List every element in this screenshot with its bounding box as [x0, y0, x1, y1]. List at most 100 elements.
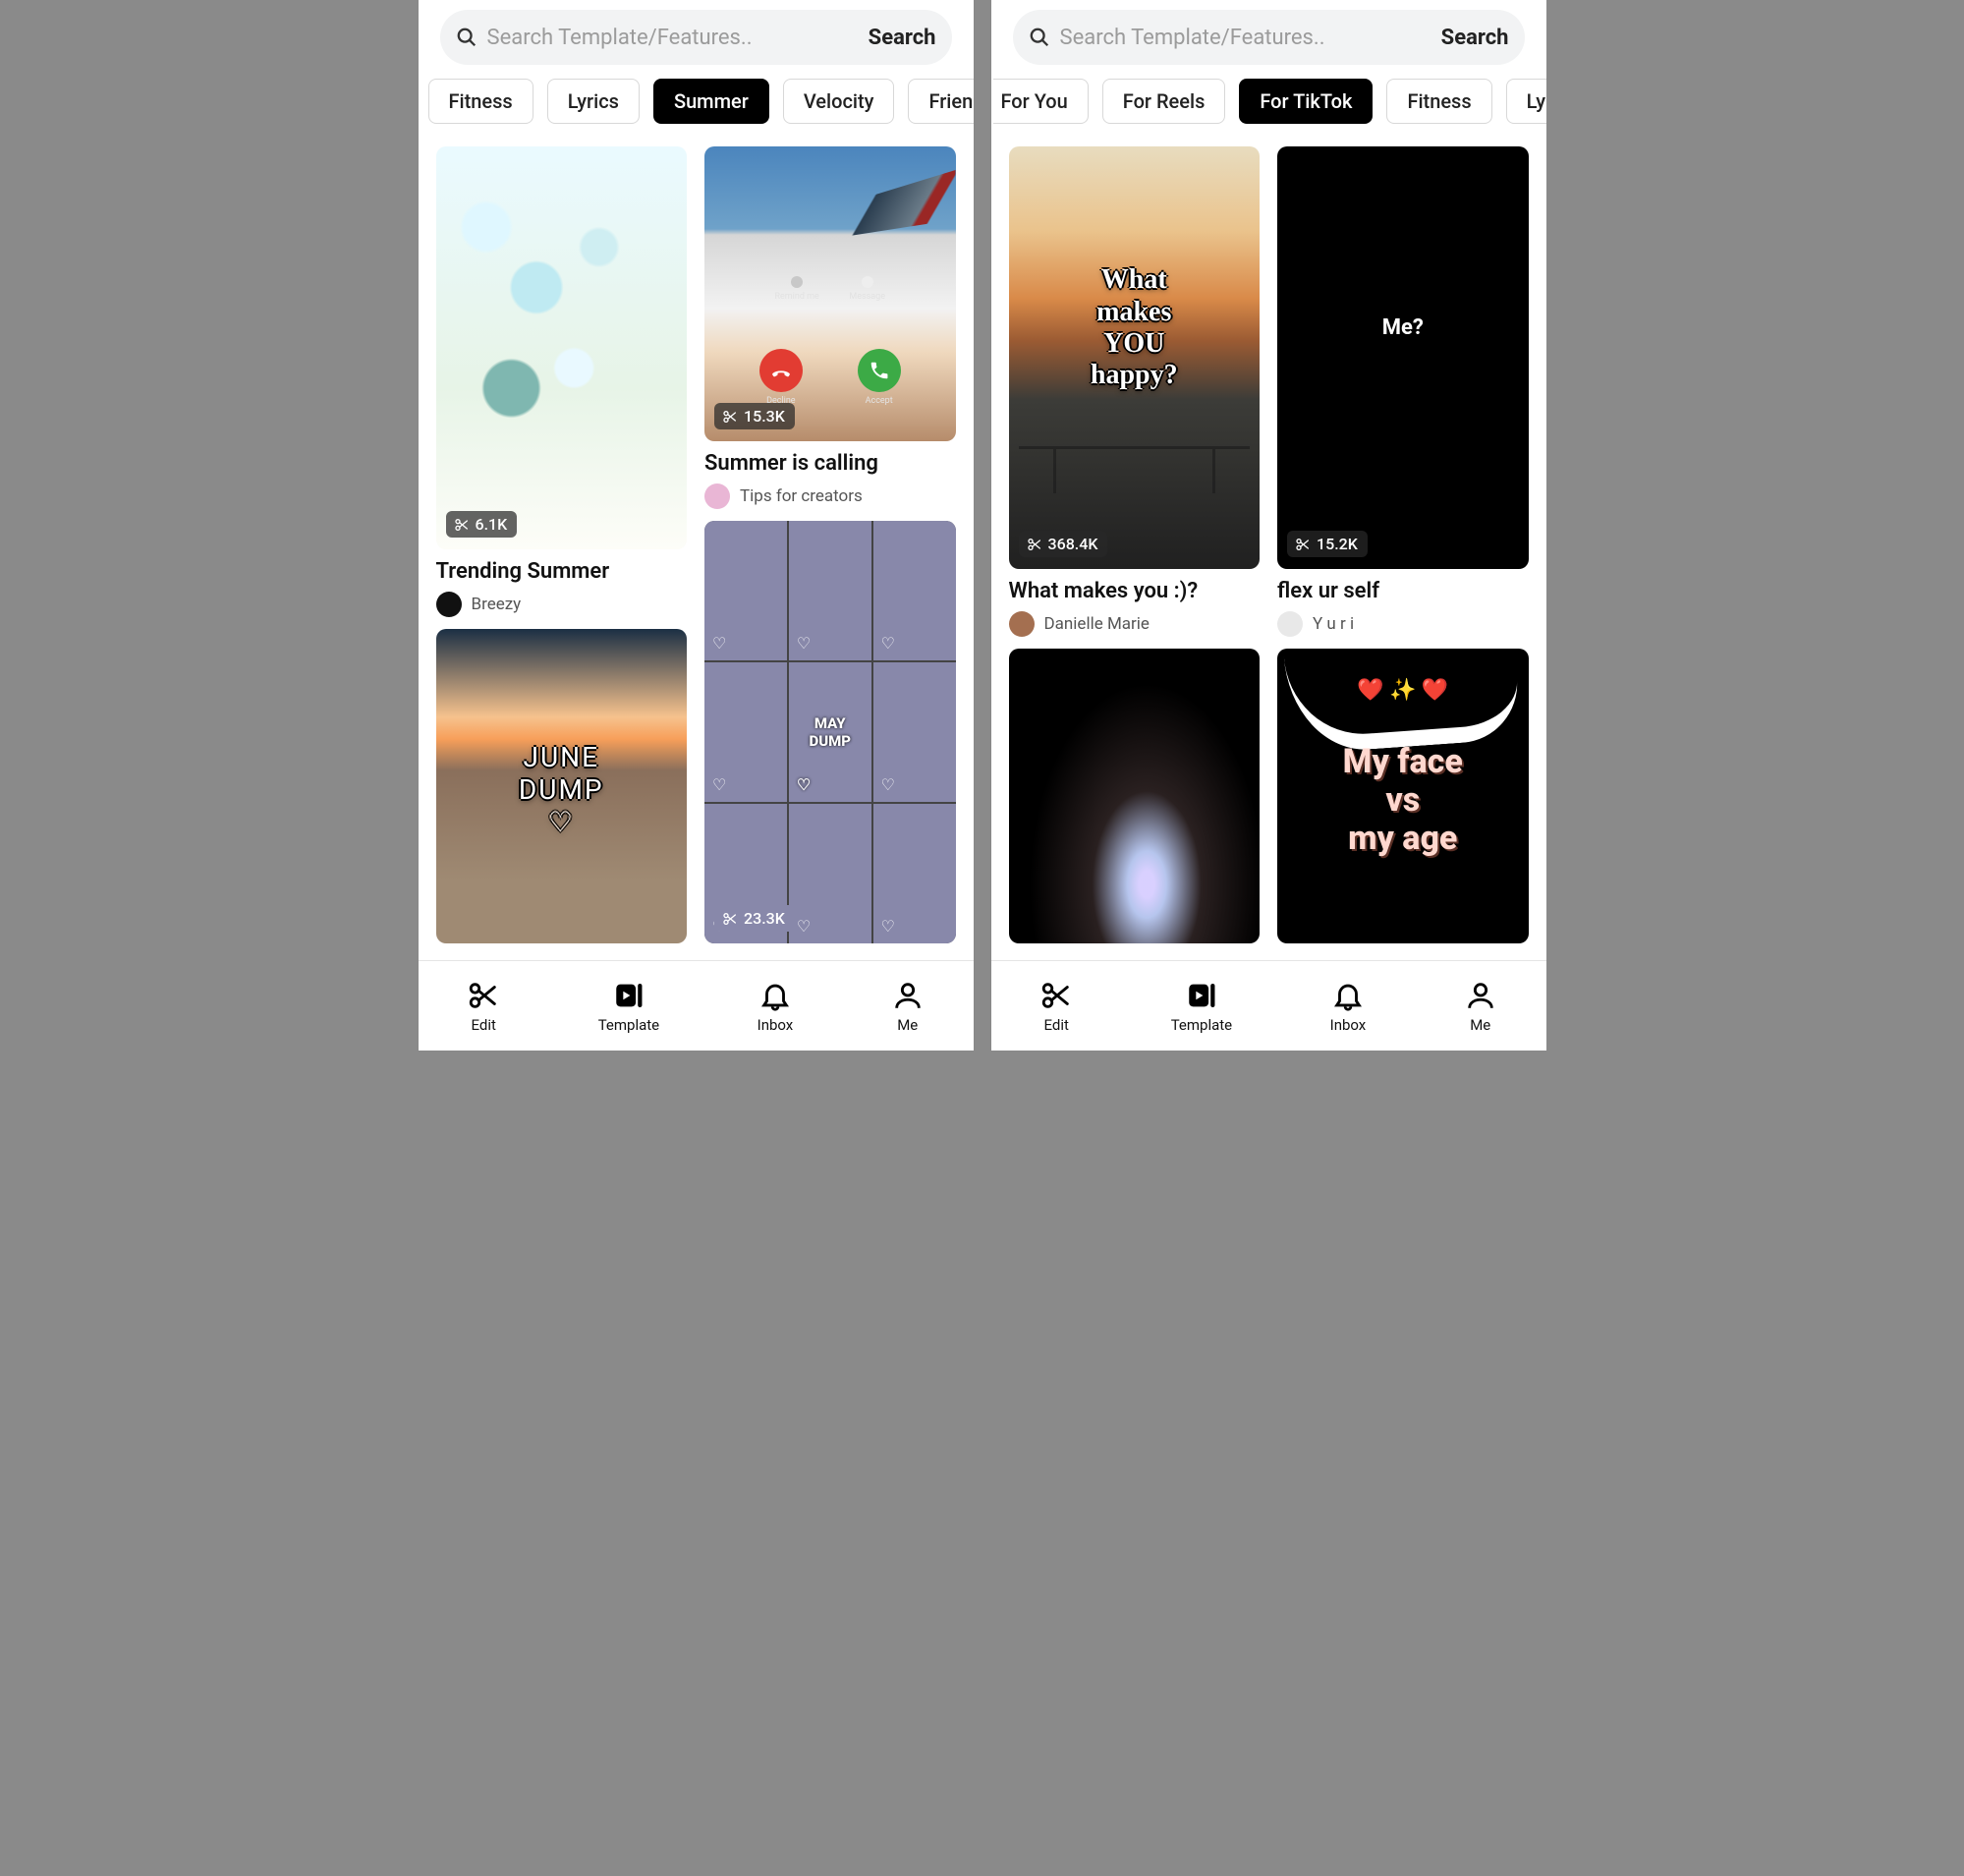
template-thumbnail[interactable]: 6.1K	[436, 146, 688, 549]
search-input[interactable]	[1060, 26, 1430, 50]
author-row[interactable]: Tips for creators	[704, 483, 956, 509]
template-card[interactable]: Remind me Message Decline	[704, 146, 956, 509]
template-feed[interactable]: What makes YOU happy? 368.4K What makes …	[991, 137, 1546, 960]
search-icon	[1029, 27, 1050, 48]
scissors-icon	[722, 911, 738, 927]
call-overlay: Decline Accept	[704, 349, 956, 406]
overlay-text: What makes YOU happy?	[1009, 264, 1261, 391]
template-icon	[1185, 979, 1218, 1012]
heart-icon: ♡	[881, 634, 895, 653]
author-row[interactable]: Breezy	[436, 592, 688, 617]
template-thumbnail[interactable]: ♡ ♡ ♡ ♡ MAY DUMP♡ ♡ ♡ ♡ ♡ 23.3K	[704, 521, 956, 943]
avatar	[436, 592, 462, 617]
chip-fitness[interactable]: Fitness	[1386, 79, 1491, 124]
category-chips[interactable]: For You For Reels For TikTok Fitness Lyr…	[991, 75, 1546, 137]
chip-lyrics[interactable]: Lyrics	[1506, 79, 1546, 124]
scissors-icon	[467, 979, 500, 1012]
heart-icon: ♡	[712, 634, 726, 653]
chip-for-tiktok[interactable]: For TikTok	[1239, 79, 1373, 124]
overlay-text: My face vs my age	[1277, 743, 1529, 858]
chip-lyrics[interactable]: Lyrics	[547, 79, 640, 124]
nav-inbox[interactable]: Inbox	[1330, 979, 1367, 1034]
template-thumbnail[interactable]: Me? 15.2K	[1277, 146, 1529, 569]
nav-label: Inbox	[1330, 1016, 1367, 1034]
bell-icon	[758, 979, 792, 1012]
avatar	[1009, 611, 1035, 637]
heart-icon: ♡	[881, 775, 895, 794]
bottom-nav: Edit Template Inbox Me	[991, 960, 1546, 1051]
search-input[interactable]	[487, 26, 857, 50]
author-name: Breezy	[472, 595, 522, 614]
person-icon	[891, 979, 925, 1012]
heart-icon: ♡	[712, 775, 726, 794]
search-icon	[456, 27, 477, 48]
screen-right: Search For You For Reels For TikTok Fitn…	[991, 0, 1546, 1051]
template-title: What makes you :)?	[1009, 579, 1261, 603]
template-card[interactable]: Me? 15.2K flex ur self Y u r i	[1277, 146, 1529, 637]
template-thumbnail[interactable]: What makes YOU happy? 368.4K	[1009, 146, 1261, 569]
template-icon	[612, 979, 645, 1012]
usage-count: 368.4K	[1048, 535, 1098, 553]
scissors-icon	[454, 517, 470, 533]
accept-icon	[858, 349, 901, 392]
chip-for-reels[interactable]: For Reels	[1102, 79, 1226, 124]
nav-edit[interactable]: Edit	[467, 979, 500, 1034]
search-button[interactable]: Search	[1441, 26, 1509, 50]
nav-template[interactable]: Template	[598, 979, 659, 1034]
author-row[interactable]: Y u r i	[1277, 611, 1529, 637]
template-card[interactable]: What makes YOU happy? 368.4K What makes …	[1009, 146, 1261, 637]
template-thumbnail[interactable]: JUNE DUMP♡	[436, 629, 688, 943]
author-name: Tips for creators	[740, 486, 863, 506]
scissors-icon	[1027, 537, 1042, 552]
nav-label: Edit	[472, 1016, 496, 1034]
chip-friends[interactable]: Friends	[908, 79, 973, 124]
template-feed[interactable]: 6.1K Trending Summer Breezy JUNE DUMP♡	[419, 137, 974, 960]
chip-summer[interactable]: Summer	[653, 79, 769, 124]
heart-icon: ♡	[797, 634, 811, 653]
overlay-text: MAY DUMP	[809, 714, 851, 750]
template-card[interactable]: ♡ ♡ ♡ ♡ MAY DUMP♡ ♡ ♡ ♡ ♡ 23.3K	[704, 521, 956, 943]
template-card[interactable]: 6.1K Trending Summer Breezy	[436, 146, 688, 617]
template-card[interactable]: JUNE DUMP♡	[436, 629, 688, 943]
template-thumbnail[interactable]	[1009, 649, 1261, 943]
heart-icon: ♡	[881, 917, 895, 936]
usage-badge: 368.4K	[1019, 531, 1108, 557]
screen-left: Search Fitness Lyrics Summer Velocity Fr…	[419, 0, 974, 1051]
call-top-row: Remind me Message	[704, 276, 956, 302]
nav-label: Me	[1470, 1016, 1490, 1034]
search-button[interactable]: Search	[869, 26, 936, 50]
chip-for-you[interactable]: For You	[993, 79, 1089, 124]
search-bar[interactable]: Search	[1013, 10, 1525, 65]
nav-label: Inbox	[758, 1016, 794, 1034]
author-name: Danielle Marie	[1044, 614, 1150, 634]
usage-count: 6.1K	[476, 515, 508, 534]
person-icon	[1464, 979, 1497, 1012]
nav-label: Template	[598, 1016, 659, 1034]
author-row[interactable]: Danielle Marie	[1009, 611, 1261, 637]
nav-inbox[interactable]: Inbox	[758, 979, 794, 1034]
usage-badge: 15.3K	[714, 403, 795, 429]
chip-velocity[interactable]: Velocity	[783, 79, 895, 124]
nav-edit[interactable]: Edit	[1039, 979, 1073, 1034]
chip-fitness[interactable]: Fitness	[428, 79, 533, 124]
heart-icon: ♡	[797, 917, 811, 936]
category-chips[interactable]: Fitness Lyrics Summer Velocity Friends	[419, 75, 974, 137]
nav-template[interactable]: Template	[1171, 979, 1232, 1034]
bottom-nav: Edit Template Inbox Me	[419, 960, 974, 1051]
bell-icon	[1331, 979, 1365, 1012]
avatar	[704, 483, 730, 509]
template-thumbnail[interactable]: Remind me Message Decline	[704, 146, 956, 441]
nav-me[interactable]: Me	[891, 979, 925, 1034]
usage-count: 15.2K	[1317, 535, 1358, 553]
avatar	[1277, 611, 1303, 637]
overlay-text: JUNE DUMP♡	[436, 742, 688, 839]
search-bar[interactable]: Search	[440, 10, 952, 65]
nav-label: Template	[1171, 1016, 1232, 1034]
template-card[interactable]: ❤️ ✨ ❤️ My face vs my age	[1277, 649, 1529, 943]
template-title: Summer is calling	[704, 451, 956, 476]
scissors-icon	[1039, 979, 1073, 1012]
nav-me[interactable]: Me	[1464, 979, 1497, 1034]
template-thumbnail[interactable]: ❤️ ✨ ❤️ My face vs my age	[1277, 649, 1529, 943]
author-name: Y u r i	[1313, 614, 1354, 634]
template-card[interactable]	[1009, 649, 1261, 943]
